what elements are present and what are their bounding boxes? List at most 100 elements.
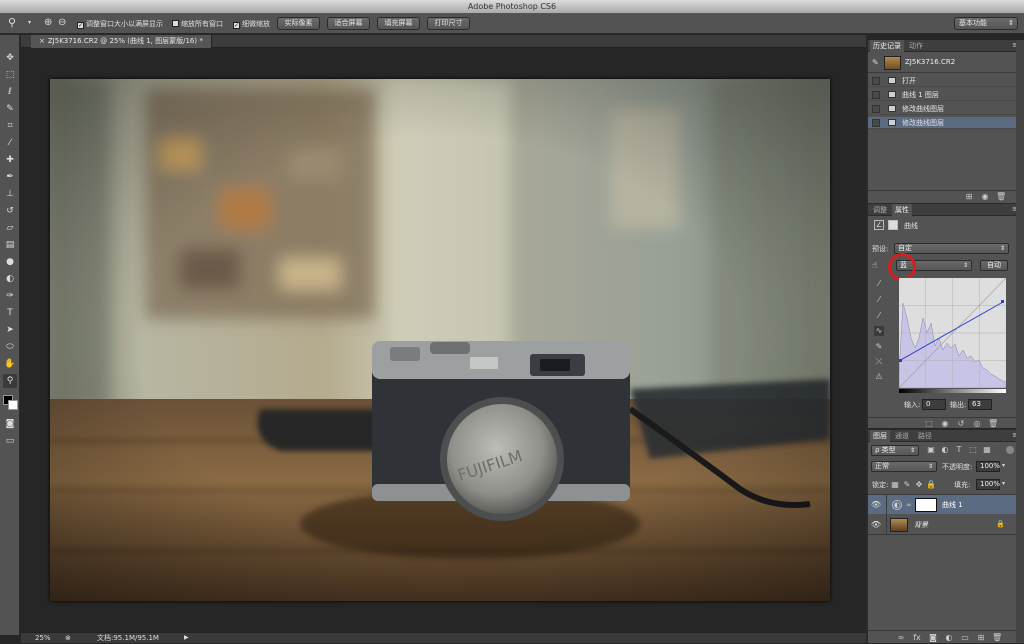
zoom-tool-icon[interactable]: ⚲ [8, 16, 16, 29]
eyedropper-white-icon[interactable]: ⁄ [874, 311, 884, 321]
type-tool-icon[interactable]: T [3, 306, 17, 320]
quick-select-tool-icon[interactable]: ✎ [3, 102, 17, 116]
hand-tool-icon[interactable]: ✋ [3, 357, 17, 371]
fill-slider-arrow-icon[interactable]: ▾ [1002, 480, 1005, 487]
history-source-checkbox[interactable] [872, 105, 880, 113]
auto-button[interactable]: 自动 [980, 260, 1008, 271]
link-icon[interactable]: ∞ [906, 501, 912, 509]
move-tool-icon[interactable]: ✥ [3, 51, 17, 65]
pencil-draw-icon[interactable]: ✎ [874, 342, 884, 352]
lock-image-icon[interactable]: ✎ [902, 480, 912, 490]
crop-tool-icon[interactable]: ⌗ [3, 119, 17, 133]
zoom-tool-icon[interactable]: ⚲ [3, 374, 17, 388]
panel-scrollbar[interactable] [1016, 40, 1024, 643]
fill-screen-button[interactable]: 填充屏幕 [377, 17, 420, 30]
layer-mask-thumbnail[interactable] [915, 498, 937, 512]
curves-graph[interactable] [899, 278, 1006, 388]
scrubby-zoom-checkbox[interactable]: ✓ 细微缩放 [233, 18, 270, 30]
camera-icon[interactable]: ◉ [980, 192, 990, 202]
new-document-from-state-icon[interactable]: ⊞ [964, 192, 974, 202]
filter-toggle[interactable] [1006, 446, 1014, 454]
layer-row-selected[interactable]: 👁 ◐ ∞ 曲线 1 [868, 494, 1018, 515]
input-field[interactable]: 0 [922, 399, 946, 410]
output-field[interactable]: 63 [968, 399, 992, 410]
filter-type-icon[interactable]: T [954, 445, 964, 455]
tab-properties[interactable]: 属性 [892, 204, 912, 216]
tab-history[interactable]: 历史记录 [870, 40, 904, 52]
lock-transparent-icon[interactable]: ▦ [890, 480, 900, 490]
zoom-all-windows-checkbox[interactable]: 缩放所有窗口 [172, 18, 223, 30]
add-mask-icon[interactable]: ◙ [928, 633, 938, 643]
tab-channels[interactable]: 通道 [892, 430, 912, 442]
history-source-checkbox[interactable] [872, 91, 880, 99]
tab-adjustments[interactable]: 调整 [870, 204, 890, 216]
eye-icon[interactable]: 👁 [870, 500, 882, 510]
print-size-button[interactable]: 打印尺寸 [427, 17, 470, 30]
fit-screen-button[interactable]: 适合屏幕 [327, 17, 370, 30]
tab-layers[interactable]: 图层 [870, 430, 890, 442]
new-adjustment-layer-icon[interactable]: ◐ [944, 633, 954, 643]
layer-filter-select[interactable]: ρ 类型 ⇕ [871, 445, 919, 456]
layer-row[interactable]: 👁 背景 🔒 [868, 515, 1018, 535]
view-previous-state-icon[interactable]: ◉ [940, 419, 950, 429]
chevron-down-icon[interactable]: ▾ [28, 19, 31, 26]
blend-mode-select[interactable]: 正常 ⇕ [871, 461, 937, 472]
eyedropper-gray-icon[interactable]: ⁄ [874, 295, 884, 305]
new-layer-icon[interactable]: ⊞ [976, 633, 986, 643]
eyedropper-black-icon[interactable]: ⁄ [874, 279, 884, 289]
zoom-in-icon[interactable]: ⊕ [44, 17, 52, 28]
tab-paths[interactable]: 路径 [915, 430, 935, 442]
background-color-swatch[interactable] [8, 400, 18, 410]
gradient-tool-icon[interactable]: ▤ [3, 238, 17, 252]
history-brush-tool-icon[interactable]: ↺ [3, 204, 17, 218]
shape-tool-icon[interactable]: ⬭ [3, 340, 17, 354]
trash-icon[interactable]: 🗑 [992, 633, 1002, 643]
trash-icon[interactable]: 🗑 [988, 419, 998, 429]
brush-tool-icon[interactable]: ✒ [3, 170, 17, 184]
smooth-curve-icon[interactable]: ⤫ [874, 357, 884, 367]
fill-field[interactable]: 100% [976, 479, 1000, 490]
history-snapshot[interactable]: ✎ ZJ5K3716.CR2 [868, 53, 1018, 73]
marquee-tool-icon[interactable]: ⬚ [3, 68, 17, 82]
workspace-select[interactable]: 基本功能 ⇕ [954, 17, 1018, 30]
filter-smart-object-icon[interactable]: ▦ [982, 445, 992, 455]
filter-shape-icon[interactable]: ⬚ [968, 445, 978, 455]
lock-position-icon[interactable]: ✥ [914, 480, 924, 490]
history-brush-source-icon[interactable]: ✎ [872, 58, 879, 67]
history-item-selected[interactable]: 修改曲线图层 [868, 117, 1018, 129]
new-group-icon[interactable]: ▭ [960, 633, 970, 643]
eyedropper-tool-icon[interactable]: ⁄ [3, 136, 17, 150]
tab-actions[interactable]: 动作 [906, 40, 926, 52]
healing-brush-tool-icon[interactable]: ✚ [3, 153, 17, 167]
filter-pixel-icon[interactable]: ▣ [926, 445, 936, 455]
actual-pixels-button[interactable]: 实际像素 [277, 17, 320, 30]
layer-name[interactable]: 背景 [914, 520, 928, 530]
path-select-tool-icon[interactable]: ➤ [3, 323, 17, 337]
blur-tool-icon[interactable]: ● [3, 255, 17, 269]
lasso-tool-icon[interactable]: ℓ [3, 85, 17, 99]
opacity-slider-arrow-icon[interactable]: ▾ [1002, 462, 1005, 469]
visibility-icon[interactable]: ◎ [972, 419, 982, 429]
layer-style-icon[interactable]: fx [912, 633, 922, 643]
clone-stamp-tool-icon[interactable]: ⊥ [3, 187, 17, 201]
history-item[interactable]: 曲线 1 图层 [868, 89, 1018, 101]
trash-icon[interactable]: 🗑 [996, 192, 1006, 202]
quick-mask-icon[interactable]: ◙ [3, 417, 17, 431]
reset-icon[interactable]: ↺ [956, 419, 966, 429]
filter-adjustment-icon[interactable]: ◐ [940, 445, 950, 455]
eraser-tool-icon[interactable]: ▱ [3, 221, 17, 235]
history-source-checkbox[interactable] [872, 77, 880, 85]
status-menu-arrow-icon[interactable]: ▶ [184, 633, 189, 643]
target-adjust-hand-icon[interactable]: ☝ [872, 261, 877, 271]
status-info-icon[interactable]: ⊗ [65, 633, 71, 643]
document-image[interactable]: FUJIFILM [50, 79, 830, 601]
dodge-tool-icon[interactable]: ◐ [3, 272, 17, 286]
opacity-field[interactable]: 100% [976, 461, 1000, 472]
preset-select[interactable]: 自定 ⇕ [894, 243, 1009, 254]
pen-tool-icon[interactable]: ✑ [3, 289, 17, 303]
zoom-level[interactable]: 25% [35, 633, 51, 643]
resize-windows-checkbox[interactable]: ✓ 调整窗口大小以满屏显示 [77, 18, 163, 30]
mask-icon[interactable] [888, 220, 898, 230]
link-layers-icon[interactable]: ∞ [896, 633, 906, 643]
history-source-checkbox[interactable] [872, 119, 880, 127]
